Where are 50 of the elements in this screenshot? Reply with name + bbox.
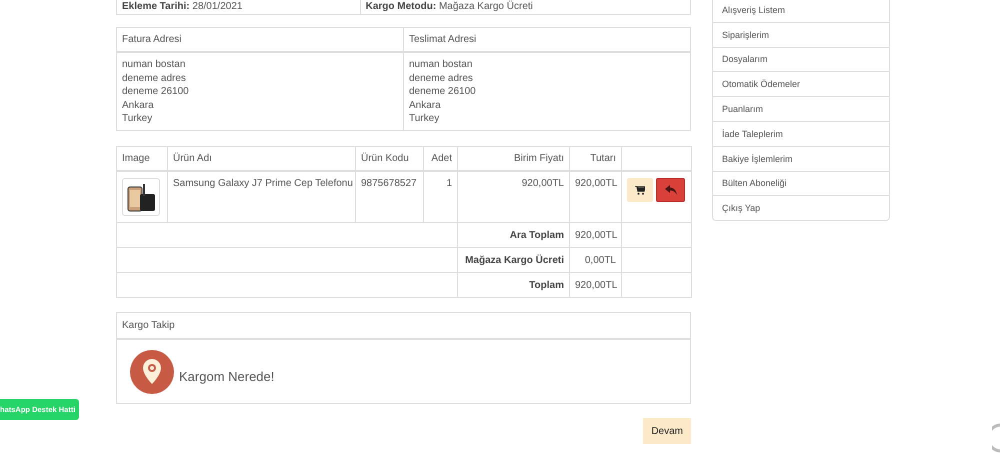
- order-info-text: Kargo Metodu: Mağaza Kargo Ücreti: [366, 1, 533, 12]
- add-to-cart-button[interactable]: [627, 178, 653, 202]
- sidebar-menu-item[interactable]: Puanlarım: [713, 96, 889, 121]
- total-label: Mağaza Kargo Ücreti: [465, 254, 564, 266]
- column-header: Teslimat Adresi: [409, 34, 476, 45]
- column-header: Adet: [431, 152, 452, 164]
- total-label: Toplam: [529, 280, 564, 290]
- total-value: 920,00TL: [575, 280, 618, 290]
- column-header: Ürün Kodu: [361, 152, 409, 164]
- address-line: deneme 26100: [409, 85, 477, 98]
- column-header: Ürün Adı: [173, 152, 212, 164]
- address-line: numan bostan: [409, 58, 474, 72]
- location-pin-icon: [130, 350, 174, 394]
- sidebar-menu-item[interactable]: Bakiye İşlemlerim: [713, 146, 889, 171]
- quantity: 1: [446, 178, 452, 189]
- sidebar-menu-item[interactable]: Dosyalarım: [713, 46, 889, 72]
- panel-title: Kargo Takip: [122, 320, 175, 331]
- sidebar-menu-item[interactable]: Bülten Aboneliği: [713, 170, 889, 196]
- line-total: 920,00TL: [575, 178, 618, 189]
- return-button[interactable]: [656, 178, 685, 202]
- sidebar-menu-item[interactable]: Alışveriş Listem: [713, 0, 889, 22]
- address-line: Turkey: [122, 112, 154, 126]
- cart-icon: [635, 186, 645, 194]
- address-line: deneme 26100: [122, 85, 190, 98]
- sidebar-menu-item[interactable]: İade Taleplerim: [713, 120, 889, 146]
- total-value: 920,00TL: [575, 230, 618, 240]
- address-line: Ankara: [409, 98, 442, 112]
- address-line: Ankara: [122, 98, 155, 112]
- unit-price: 920,00TL: [522, 178, 564, 189]
- address-line: deneme adres: [409, 72, 474, 85]
- address-line: numan bostan: [122, 58, 186, 72]
- product-thumbnail: [122, 178, 160, 216]
- address-line: deneme adres: [122, 72, 187, 85]
- product-code: 9875678527: [361, 178, 417, 189]
- order-info-text: Ekleme Tarihi: 28/01/2021: [122, 1, 242, 12]
- sidebar-menu-item[interactable]: Çıkış Yap: [713, 195, 889, 220]
- column-header: Image: [122, 152, 150, 164]
- continue-button[interactable]: Devam: [643, 418, 691, 444]
- sidebar-menu-item[interactable]: Siparişlerim: [713, 22, 889, 47]
- product-name: Samsung Galaxy J7 Prime Cep Telefonu: [173, 178, 353, 189]
- column-header: Tutarı: [590, 152, 616, 164]
- column-header: Fatura Adresi: [122, 34, 182, 45]
- address-line: Turkey: [409, 112, 440, 126]
- reply-arrow-icon: [664, 185, 676, 195]
- loading-spinner-icon: [992, 423, 1000, 453]
- total-label: Ara Toplam: [510, 230, 564, 240]
- cargo-tracking-link[interactable]: Kargom Nerede!: [179, 369, 274, 384]
- column-header: Birim Fiyatı: [514, 152, 564, 164]
- total-value: 0,00TL: [584, 254, 616, 266]
- sidebar-menu-item[interactable]: Otomatik Ödemeler: [713, 71, 889, 96]
